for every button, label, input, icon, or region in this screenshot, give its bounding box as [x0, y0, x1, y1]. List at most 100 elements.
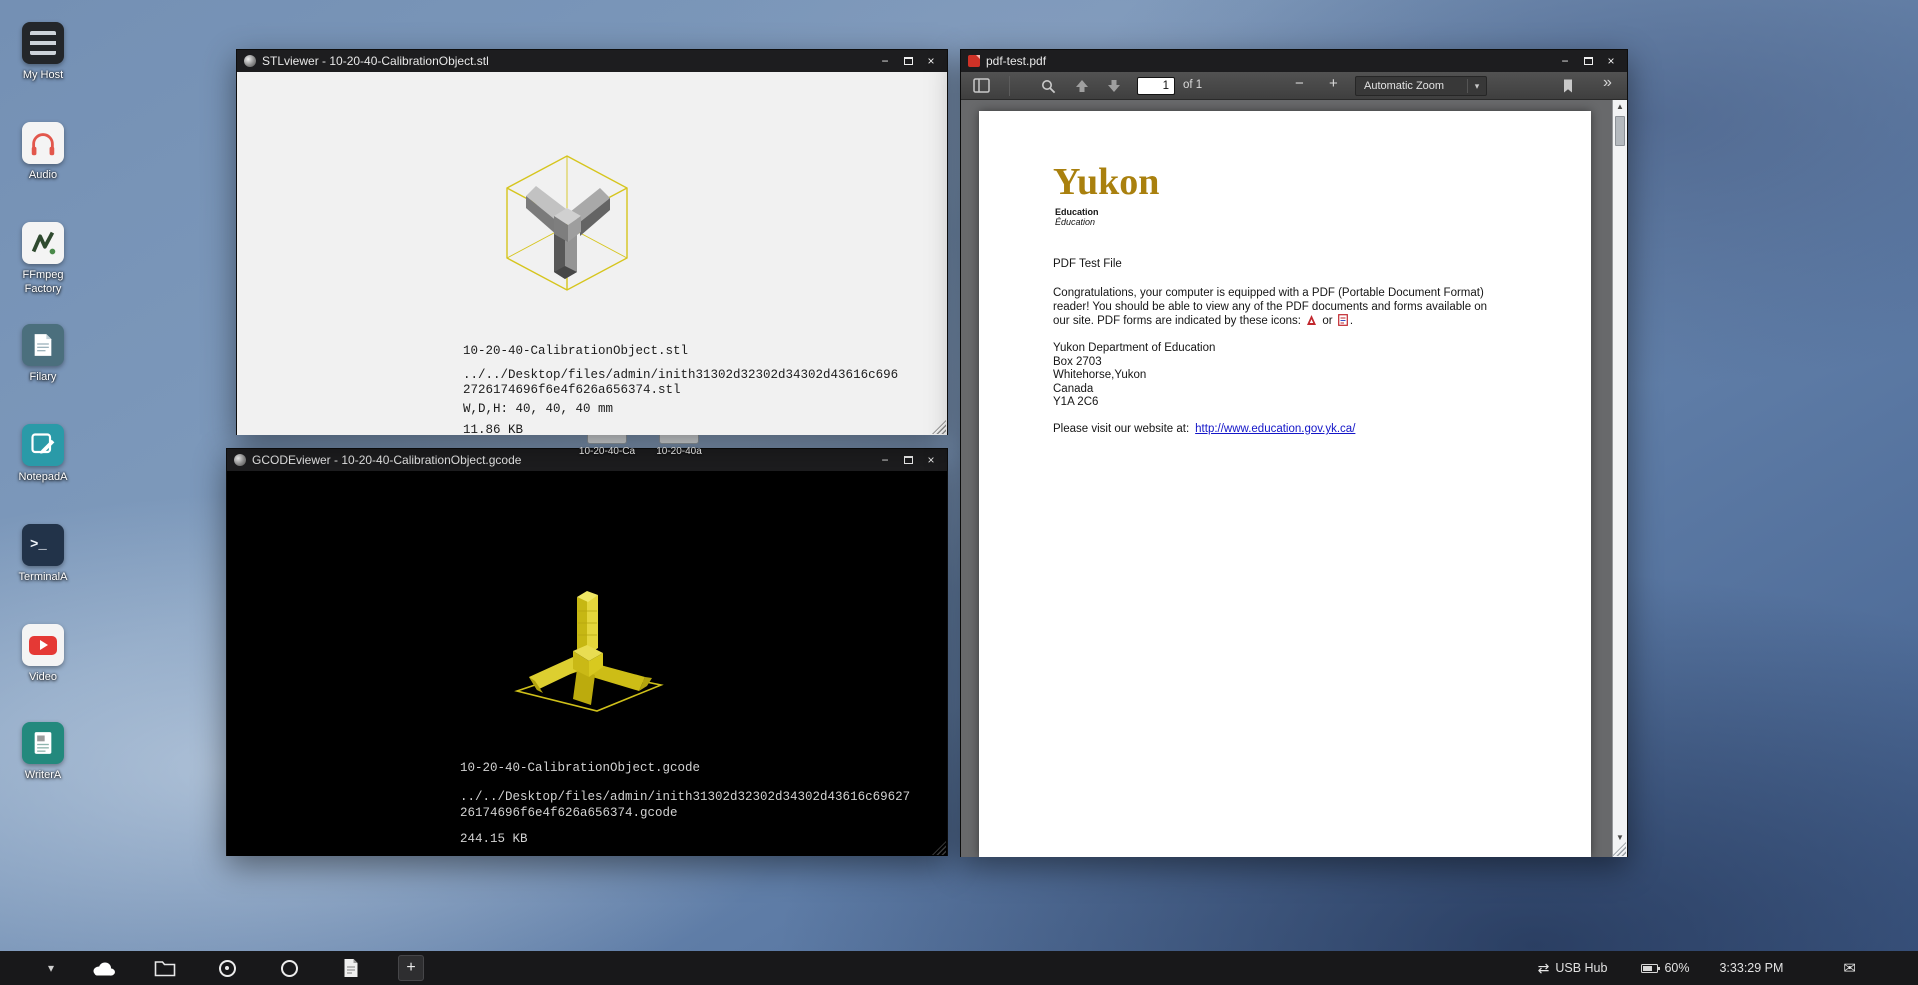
more-tools-button[interactable]: »: [1603, 75, 1612, 91]
zoom-in-button[interactable]: +: [1329, 76, 1338, 91]
desktop-icon-label: Filary: [6, 371, 80, 385]
address-line: Box 2703: [1053, 356, 1215, 370]
sidebar-toggle-icon[interactable]: [973, 78, 990, 98]
address-line: Whitehorse,Yukon: [1053, 369, 1215, 383]
desktop-file-label: 10-20-40a: [649, 446, 709, 457]
address-line: Canada: [1053, 383, 1215, 397]
minimize-button[interactable]: −: [878, 54, 892, 68]
zoom-select[interactable]: Automatic Zoom ▾: [1355, 76, 1487, 96]
computer-icon: [22, 22, 64, 64]
terminal-icon: >_: [22, 524, 64, 566]
scrollbar[interactable]: ▲ ▼: [1612, 100, 1627, 857]
clock[interactable]: 3:33:29 PM: [1719, 961, 1783, 975]
desktop-icon-label: FFmpeg Factory: [6, 269, 80, 297]
website-link[interactable]: http://www.education.gov.yk.ca/: [1195, 423, 1355, 435]
desktop-icon-video[interactable]: Video: [0, 624, 86, 685]
stl-filepath-line2: 2726174696f6e4f626a656374.stl: [463, 383, 898, 398]
address-line: Y1A 2C6: [1053, 396, 1215, 410]
close-button[interactable]: ×: [924, 54, 938, 68]
maximize-button[interactable]: [901, 54, 915, 68]
gcode-viewer-taskbar-icon[interactable]: [276, 955, 302, 981]
video-play-icon: [22, 624, 64, 666]
stl-filename: 10-20-40-CalibrationObject.stl: [463, 344, 898, 359]
minimize-button[interactable]: −: [1558, 54, 1572, 68]
acrobat-pdf-icon: [1306, 314, 1317, 326]
folder-icon[interactable]: [152, 955, 178, 981]
minimize-button[interactable]: −: [878, 453, 892, 467]
pdf-file-taskbar-icon[interactable]: [338, 955, 364, 981]
maximize-button[interactable]: [901, 453, 915, 467]
pdf-doc-address: Yukon Department of Education Box 2703 W…: [1053, 342, 1215, 410]
add-button[interactable]: +: [398, 955, 424, 981]
paragraph-line: our site. PDF forms are indicated by the…: [1053, 314, 1545, 328]
pdf-app-icon: [968, 55, 980, 67]
usb-hub-label: USB Hub: [1555, 961, 1607, 975]
desktop-icon-label: WriterA: [6, 769, 80, 783]
pdf-doc-website-line: Please visit our website at:http://www.e…: [1053, 423, 1355, 435]
address-line: Yukon Department of Education: [1053, 342, 1215, 356]
usb-hub-indicator[interactable]: ⇄ USB Hub: [1538, 960, 1608, 977]
gcode-filepath-line1: ../../Desktop/files/admin/inith31302d323…: [460, 789, 910, 805]
gcode-viewport[interactable]: 10-20-40-CalibrationObject.gcode ../../D…: [227, 471, 947, 856]
paragraph-line: reader! You should be able to view any o…: [1053, 300, 1545, 314]
writer-document-icon: [22, 722, 64, 764]
scrollbar-thumb[interactable]: [1615, 116, 1625, 146]
pdf-toolbar: of 1 − + Automatic Zoom ▾ »: [961, 72, 1627, 100]
next-page-icon[interactable]: [1107, 79, 1121, 98]
headphones-icon: [22, 122, 64, 164]
taskbar: ▾ + ⇄ USB Hub 60% 3:33:29 PM: [0, 951, 1918, 985]
desktop-icon-my-host[interactable]: My Host: [0, 22, 86, 83]
pdf-content-area: Yukon Education Éducation PDF Test File …: [961, 100, 1627, 857]
close-button[interactable]: ×: [924, 453, 938, 467]
maximize-button[interactable]: [1581, 54, 1595, 68]
stl-titlebar[interactable]: STLviewer - 10-20-40-CalibrationObject.s…: [237, 50, 947, 72]
usb-icon: ⇄: [1538, 960, 1550, 977]
resize-grip[interactable]: [932, 841, 946, 855]
scroll-up-icon[interactable]: ▲: [1613, 102, 1627, 111]
zoom-out-button[interactable]: −: [1295, 76, 1304, 91]
stl-viewer-window: STLviewer - 10-20-40-CalibrationObject.s…: [236, 49, 948, 435]
envelope-icon[interactable]: ✉: [1843, 959, 1856, 977]
paragraph-line: Congratulations, your computer is equipp…: [1053, 286, 1545, 300]
battery-icon: [1641, 964, 1658, 973]
close-button[interactable]: ×: [1604, 54, 1618, 68]
stl-window-title: STLviewer - 10-20-40-CalibrationObject.s…: [262, 54, 872, 68]
battery-indicator[interactable]: 60%: [1641, 961, 1689, 975]
gcode-viewer-window: GCODEviewer - 10-20-40-CalibrationObject…: [226, 448, 948, 856]
scroll-down-icon[interactable]: ▼: [1613, 833, 1627, 842]
stl-viewport[interactable]: 10-20-40-CalibrationObject.stl ../../Des…: [237, 72, 947, 435]
desktop-icon-notepada[interactable]: NotepadA: [0, 424, 86, 485]
chevron-down-icon[interactable]: ▾: [48, 961, 54, 975]
desktop-icon-label: TerminalA: [6, 571, 80, 585]
desktop-icon-writera[interactable]: WriterA: [0, 722, 86, 783]
page-number-input[interactable]: [1137, 77, 1175, 95]
page-count-label: of 1: [1183, 79, 1202, 91]
pdf-doc-paragraph: Congratulations, your computer is equipp…: [1053, 286, 1545, 328]
desktop-icon-terminala[interactable]: >_ TerminalA: [0, 524, 86, 585]
gcode-filepath-line2: 26174696f6e4f626a656374.gcode: [460, 805, 910, 821]
gcode-filename: 10-20-40-CalibrationObject.gcode: [460, 761, 910, 776]
desktop-icon-filary[interactable]: Filary: [0, 324, 86, 385]
pdf-titlebar[interactable]: pdf-test.pdf − ×: [961, 50, 1627, 72]
desktop-icon-ffmpeg-factory[interactable]: FFmpeg Factory: [0, 222, 86, 297]
gcode-window-title: GCODEviewer - 10-20-40-CalibrationObject…: [252, 453, 872, 467]
stl-viewer-taskbar-icon[interactable]: [214, 955, 240, 981]
yukon-logo: Yukon: [1053, 163, 1159, 201]
resize-grip[interactable]: [932, 420, 946, 434]
pdf-form-icon: [1338, 314, 1348, 326]
notepad-icon: [22, 424, 64, 466]
toolbar-divider: [1009, 76, 1010, 96]
cloud-icon[interactable]: [90, 955, 116, 981]
previous-page-icon[interactable]: [1075, 79, 1089, 98]
gcode-3d-render: [507, 583, 672, 733]
pdf-viewer-window: pdf-test.pdf − × of 1 − +: [960, 49, 1628, 857]
search-icon[interactable]: [1041, 79, 1056, 99]
desktop-icon-label: NotepadA: [6, 471, 80, 485]
chevron-down-icon: ▾: [1468, 81, 1486, 92]
bookmark-icon[interactable]: [1561, 78, 1575, 99]
desktop-icon-audio[interactable]: Audio: [0, 122, 86, 183]
yukon-logo-education-fr: Éducation: [1055, 217, 1095, 227]
battery-percent-label: 60%: [1664, 961, 1689, 975]
desktop-icon-label: Audio: [6, 169, 80, 183]
stl-filepath-line1: ../../Desktop/files/admin/inith31302d323…: [463, 368, 898, 383]
